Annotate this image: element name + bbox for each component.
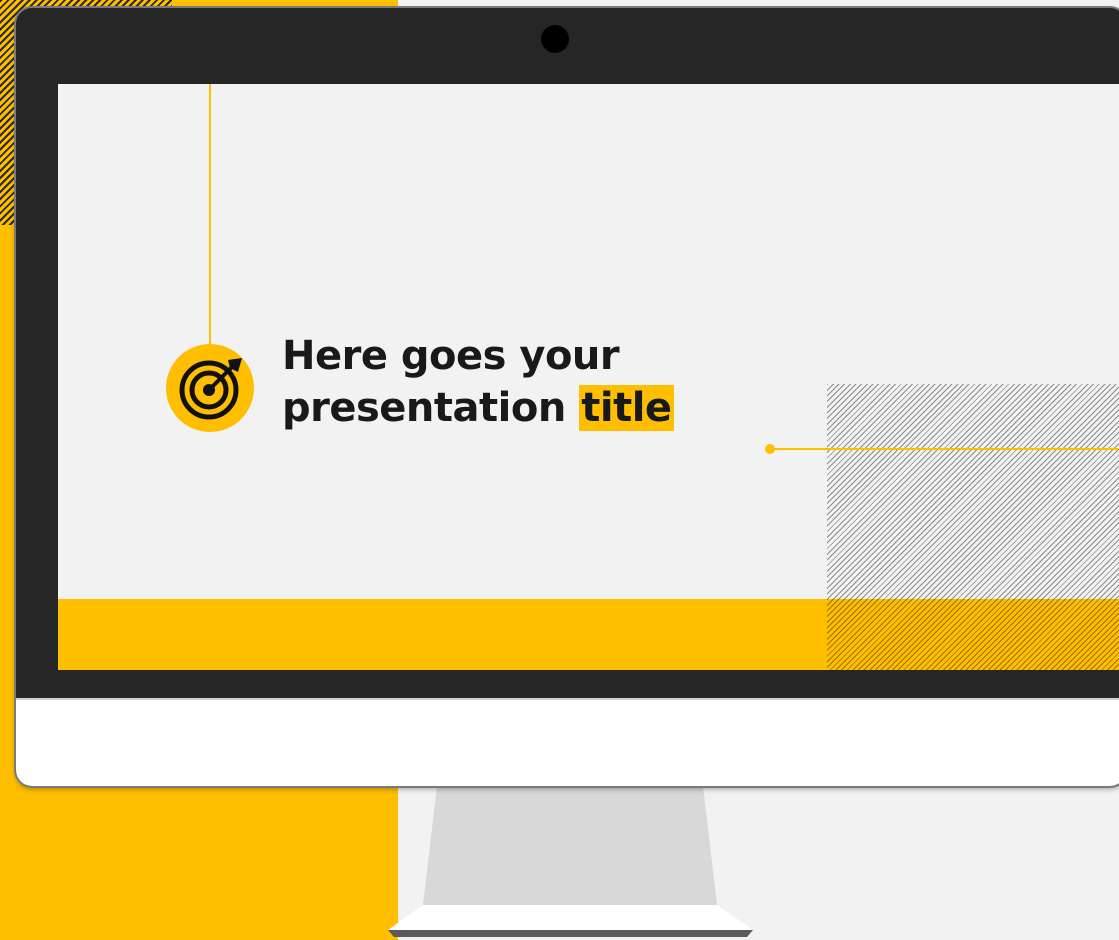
title-line-1: Here goes your	[282, 333, 620, 379]
stand-base-edge	[388, 930, 753, 937]
decorative-horizontal-line	[770, 448, 1119, 450]
slide-screen[interactable]: Here goes your presentation title	[58, 84, 1119, 670]
monitor-chin	[16, 698, 1119, 786]
title-highlight: title	[579, 385, 674, 431]
target-badge	[166, 344, 254, 432]
title-line-2: presentation title	[282, 382, 674, 434]
target-arrow-icon	[179, 358, 242, 420]
decorative-line-dot	[765, 444, 775, 454]
stand-base	[388, 905, 753, 930]
decorative-hatch-band	[827, 599, 1119, 670]
monitor-frame: Here goes your presentation title	[16, 8, 1119, 786]
slide-title: Here goes your presentation title	[282, 330, 674, 434]
stand-neck	[423, 786, 717, 905]
decorative-vertical-line	[209, 84, 211, 346]
title-line-2-text: presentation	[282, 385, 580, 431]
camera-icon	[541, 25, 569, 53]
